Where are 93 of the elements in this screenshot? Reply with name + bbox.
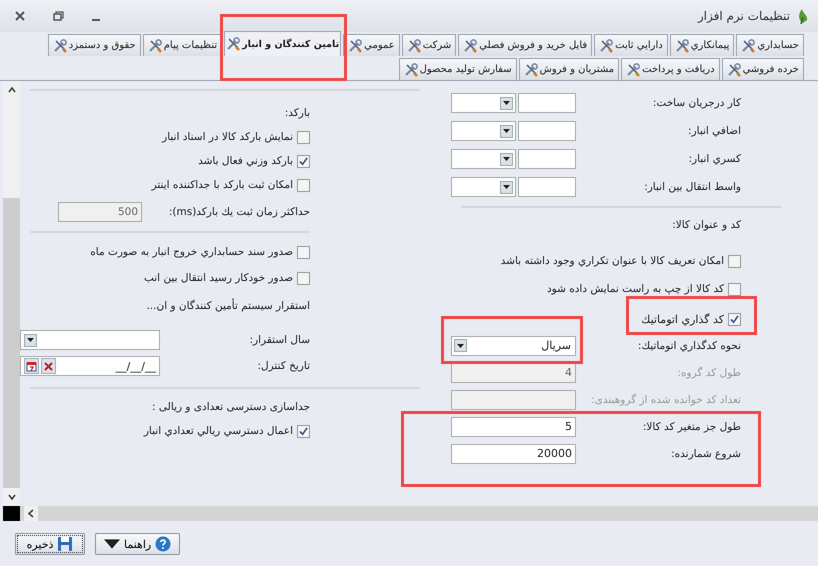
calendar-button[interactable] bbox=[24, 358, 39, 374]
checkbox-label: امكان تعريف كالا با عنوان تكراري وجود داشته باشد bbox=[500, 255, 724, 267]
tools-icon bbox=[599, 38, 614, 52]
tools-icon bbox=[626, 62, 640, 76]
checkbox[interactable] bbox=[728, 254, 741, 268]
checkbox[interactable] bbox=[728, 312, 741, 326]
tab[interactable]: پيمانكاري bbox=[670, 34, 734, 56]
caret-icon[interactable] bbox=[454, 339, 467, 352]
app-icon bbox=[796, 8, 810, 24]
input-field[interactable]: 20000 bbox=[451, 444, 576, 464]
dropdown-field[interactable] bbox=[451, 149, 516, 169]
checkbox-label: كد كالا از چپ به راست نمايش داده شود bbox=[546, 283, 724, 295]
window-title: تنظيمات نرم افزار bbox=[698, 9, 790, 23]
checkbox[interactable] bbox=[297, 246, 310, 258]
tab[interactable]: تامين كنندگان و انبار bbox=[224, 31, 342, 56]
caret-icon[interactable] bbox=[24, 334, 37, 346]
checkbox[interactable] bbox=[297, 178, 310, 192]
section-heading: جداسازی دسترسی تعدادی و ریالی : bbox=[151, 400, 310, 415]
field-label: نحوه كدگذاري اتوماتيك: bbox=[636, 340, 741, 352]
checkbox[interactable] bbox=[297, 130, 310, 144]
input-field[interactable] bbox=[518, 149, 576, 169]
section-heading: استقرار سيستم تأمين كنندگان و ان... bbox=[145, 297, 310, 314]
checkbox[interactable] bbox=[297, 154, 310, 168]
tab[interactable]: خرده فروشي bbox=[722, 58, 804, 80]
scroll-left-icon[interactable] bbox=[24, 506, 38, 521]
tab[interactable]: دريافت و پرداخت bbox=[621, 58, 720, 80]
dropdown-field[interactable] bbox=[451, 177, 516, 197]
field-label: اضافي انبار: bbox=[687, 125, 741, 137]
input-field[interactable] bbox=[451, 390, 576, 410]
scroll-down-icon[interactable] bbox=[6, 492, 16, 502]
scrollbar-thumb[interactable] bbox=[3, 198, 20, 488]
help-button[interactable]: راهنما bbox=[95, 533, 180, 555]
tools-icon bbox=[52, 38, 67, 52]
tools-icon bbox=[741, 38, 756, 52]
tab[interactable]: حقوق و دستمزد bbox=[48, 34, 141, 56]
clear-button[interactable] bbox=[41, 358, 56, 374]
checkbox-label: نمايش باركد كالا در اسناد انبار bbox=[162, 131, 293, 143]
input-field[interactable] bbox=[518, 93, 576, 113]
field-label: طول كد گروه: bbox=[676, 366, 741, 378]
caret-icon[interactable] bbox=[500, 96, 513, 110]
checkbox-label: صدور سند حسابداري خروج انبار به صورت ماه bbox=[90, 246, 293, 258]
tools-icon bbox=[406, 38, 421, 52]
section-heading: كد و عنوان كالا: bbox=[671, 218, 741, 233]
field-label: كسري انبار: bbox=[687, 153, 741, 165]
tools-icon bbox=[404, 62, 418, 76]
dropdown-field[interactable] bbox=[451, 93, 516, 113]
dropdown-field[interactable] bbox=[451, 121, 516, 141]
tools-icon bbox=[524, 62, 538, 76]
input-field[interactable]: 5 bbox=[451, 416, 576, 436]
field-label: حداكثر زمان ثبت يك باركد(ms): bbox=[168, 206, 310, 218]
dropdown-field[interactable]: سريال bbox=[451, 336, 576, 356]
tools-icon bbox=[726, 62, 741, 76]
tab[interactable]: مشتريان و فروش bbox=[518, 58, 620, 80]
caret-icon[interactable] bbox=[500, 152, 513, 166]
tools-icon bbox=[463, 38, 478, 52]
scrollbar-corner bbox=[3, 506, 20, 521]
tab[interactable]: فايل خريد و فروش فصلي bbox=[458, 34, 592, 56]
tools-icon bbox=[674, 38, 689, 52]
tab[interactable]: شركت bbox=[402, 34, 456, 56]
checkbox-label: كد گذاري اتوماتيك bbox=[641, 312, 724, 326]
save-button[interactable]: ذخيره bbox=[15, 533, 85, 555]
tools-icon bbox=[348, 38, 362, 52]
checkbox-label: امكان ثبت باركد با جداكننده اينتر bbox=[152, 179, 293, 191]
help-icon bbox=[155, 536, 172, 552]
checkbox[interactable] bbox=[728, 282, 741, 296]
field-label: تعداد كد خوانده شده از گروهبندی: bbox=[590, 394, 741, 406]
caret-icon[interactable] bbox=[500, 180, 513, 194]
field-label: واسط انتقال بين انبار: bbox=[643, 181, 741, 193]
input-field[interactable] bbox=[518, 121, 576, 141]
tools-icon bbox=[148, 38, 162, 52]
dropdown-field[interactable] bbox=[20, 330, 160, 350]
checkbox-label: اعمال دسترسي ريالي تعدادي انبار bbox=[144, 425, 293, 437]
field-label: كار درجريان ساخت: bbox=[652, 97, 741, 109]
caret-icon[interactable] bbox=[500, 124, 513, 138]
field-label: تاريخ كنترل: bbox=[256, 360, 310, 372]
tools-icon bbox=[226, 37, 240, 51]
section-heading: باركد: bbox=[284, 106, 310, 121]
tab[interactable]: تنظيمات پيام bbox=[142, 34, 222, 56]
tab[interactable]: سفارش توليد محصول bbox=[398, 58, 517, 80]
field-label: طول جز متغير كد كالا: bbox=[642, 420, 741, 432]
date-field[interactable]: __/__/__ bbox=[20, 356, 160, 376]
field-label: سال استقرار: bbox=[248, 334, 310, 346]
tab[interactable]: عمومي bbox=[343, 34, 400, 56]
scroll-up-icon[interactable] bbox=[6, 85, 16, 95]
checkbox-label: باركد وزني فعال باشد bbox=[198, 155, 293, 167]
tab[interactable]: دارايي ثابت bbox=[594, 34, 668, 56]
checkbox-label: صدور خودكار رسيد انتقال بين انب bbox=[144, 272, 293, 284]
tab[interactable]: حسابداري bbox=[736, 34, 804, 56]
input-field[interactable] bbox=[518, 177, 576, 197]
checkbox[interactable] bbox=[297, 272, 310, 284]
date-value: __/__/__ bbox=[116, 360, 156, 372]
field-label: شروع شمارنده: bbox=[670, 448, 741, 460]
checkbox[interactable] bbox=[297, 424, 310, 438]
